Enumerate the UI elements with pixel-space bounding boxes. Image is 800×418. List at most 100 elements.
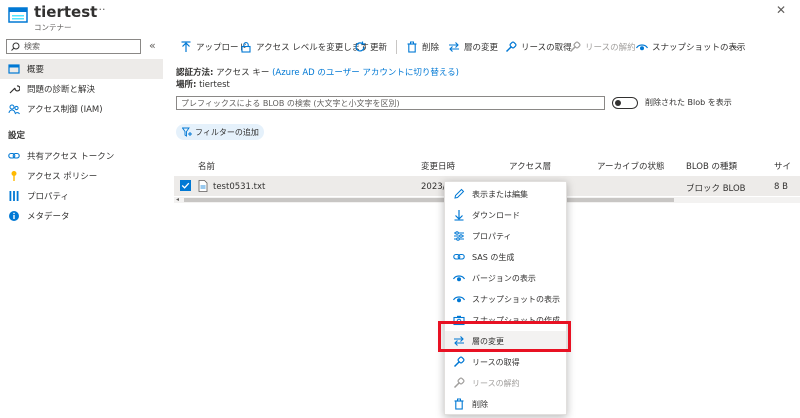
- auth-method-value: アクセス キー: [216, 68, 270, 78]
- toolbar-more-button[interactable]: ···: [732, 39, 743, 55]
- sidebar-collapse-button[interactable]: «: [149, 39, 156, 52]
- delete-button[interactable]: 削除: [406, 39, 439, 55]
- download-icon: [453, 209, 465, 221]
- sidebar-item-metadata[interactable]: メタデータ: [0, 206, 163, 226]
- change-tier-label: 層の変更: [464, 43, 499, 53]
- link-icon: [8, 150, 20, 162]
- column-header-access-tier[interactable]: アクセス層: [509, 160, 551, 172]
- sidebar-item-properties[interactable]: プロパティ: [0, 186, 163, 206]
- menu-item-generate-sas[interactable]: SAS の生成: [445, 247, 566, 267]
- location: 場所: tiertest: [176, 78, 230, 90]
- blob-search-input[interactable]: プレフィックスによる BLOB の検索 (大文字と小文字を区別): [176, 96, 605, 110]
- context-menu: 表示または編集 ダウンロード プロパティ SAS の生成 バージョンの表示 スナ…: [444, 181, 567, 415]
- column-header-blob-type[interactable]: BLOB の種類: [686, 160, 737, 172]
- location-label: 場所:: [176, 80, 197, 90]
- filter-add-icon: [181, 127, 192, 137]
- auth-method: 認証方法: アクセス キー (Azure AD のユーザー アカウントに切り替え…: [176, 66, 459, 78]
- show-deleted-label: 削除された Blob を表示: [645, 98, 732, 107]
- sidebar-item-label: 問題の診断と解決: [27, 85, 96, 95]
- properties-icon: [453, 230, 465, 242]
- menu-item-view-edit[interactable]: 表示または編集: [445, 184, 566, 204]
- column-header-modified[interactable]: 変更日時: [421, 160, 455, 172]
- lock-icon: [240, 41, 252, 53]
- lease-icon: [453, 356, 465, 368]
- menu-item-label: 表示または編集: [472, 189, 528, 199]
- sidebar-item-label: 共有アクセス トークン: [27, 152, 115, 162]
- break-lease-button[interactable]: リースの解約: [569, 39, 636, 55]
- menu-item-label: 削除: [472, 399, 488, 409]
- sidebar-item-overview[interactable]: 概要: [0, 59, 163, 79]
- menu-item-label: SAS の生成: [472, 252, 515, 262]
- sidebar-item-access-policy[interactable]: アクセス ポリシー: [0, 166, 163, 186]
- menu-item-label: バージョンの表示: [472, 273, 536, 283]
- bars-icon: [8, 190, 20, 202]
- trash-icon: [453, 398, 465, 410]
- menu-item-delete[interactable]: 削除: [445, 394, 566, 414]
- break-lease-icon: [453, 377, 465, 389]
- search-icon: [11, 42, 20, 51]
- column-header-name[interactable]: 名前: [198, 160, 215, 172]
- sidebar-item-iam[interactable]: アクセス制御 (IAM): [0, 99, 163, 119]
- container-icon: [8, 6, 28, 24]
- row-checkbox[interactable]: [180, 180, 191, 191]
- change-tier-button[interactable]: 層の変更: [448, 39, 498, 55]
- menu-item-show-versions[interactable]: バージョンの表示: [445, 268, 566, 288]
- menu-item-label: リースの取得: [472, 357, 520, 367]
- blob-search-placeholder: プレフィックスによる BLOB の検索 (大文字と小文字を区別): [181, 98, 400, 108]
- change-access-level-button[interactable]: アクセス レベルを変更します: [240, 39, 369, 55]
- eye-icon: [452, 293, 466, 305]
- menu-item-label: ダウンロード: [472, 210, 520, 220]
- show-deleted-toggle[interactable]: [612, 97, 638, 109]
- sidebar-search-placeholder: 検索: [24, 42, 40, 51]
- show-snapshots-button[interactable]: スナップショットの表示: [635, 39, 746, 55]
- sidebar-item-diagnose[interactable]: 問題の診断と解決: [0, 79, 163, 99]
- refresh-icon: [354, 41, 366, 53]
- wrench-icon: [8, 83, 21, 95]
- overview-icon: [8, 63, 20, 75]
- link-icon: [453, 251, 465, 263]
- menu-item-acquire-lease[interactable]: リースの取得: [445, 352, 566, 372]
- menu-item-label: プロパティ: [472, 231, 512, 241]
- info-icon: [8, 210, 20, 222]
- close-button[interactable]: ✕: [776, 3, 786, 17]
- toggle-knob: [615, 100, 621, 106]
- column-header-size[interactable]: サイ: [774, 160, 791, 172]
- menu-item-properties[interactable]: プロパティ: [445, 226, 566, 246]
- change-access-level-label: アクセス レベルを変更します: [256, 43, 369, 53]
- menu-item-download[interactable]: ダウンロード: [445, 205, 566, 225]
- sidebar-item-label: メタデータ: [27, 212, 70, 222]
- upload-button[interactable]: アップロード: [180, 39, 247, 55]
- sidebar-item-label: アクセス制御 (IAM): [27, 105, 103, 115]
- acquire-lease-button[interactable]: リースの取得: [505, 39, 572, 55]
- toolbar-more-label: ···: [732, 40, 743, 54]
- pencil-icon: [453, 188, 465, 200]
- row-name-link[interactable]: test0531.txt: [213, 182, 265, 192]
- scrollbar-thumb[interactable]: [184, 198, 674, 202]
- sidebar-search[interactable]: 検索: [6, 39, 141, 54]
- auth-method-label: 認証方法:: [176, 68, 214, 78]
- column-header-archive-state[interactable]: アーカイブの状態: [597, 160, 665, 172]
- menu-item-show-snapshots[interactable]: スナップショットの表示: [445, 289, 566, 309]
- sidebar-section-settings: 設定: [8, 131, 26, 141]
- page-title: tiertest: [34, 3, 98, 21]
- add-filter-label: フィルターの追加: [195, 127, 259, 137]
- sidebar-item-label: 概要: [27, 65, 45, 75]
- row-blob-type: ブロック BLOB: [686, 184, 746, 194]
- sidebar-item-sas[interactable]: 共有アクセス トークン: [0, 146, 163, 166]
- highlight-box: [438, 321, 571, 352]
- file-icon: [198, 180, 208, 192]
- page-subtitle: コンテナー: [34, 23, 72, 32]
- trash-icon: [406, 41, 418, 53]
- menu-item-label: スナップショットの表示: [472, 294, 560, 304]
- people-icon: [8, 103, 20, 115]
- header-more-button[interactable]: ···: [95, 3, 106, 16]
- refresh-label: 更新: [370, 43, 388, 53]
- switch-auth-link[interactable]: (Azure AD のユーザー アカウントに切り替える): [272, 68, 459, 78]
- scrollbar-left-arrow[interactable]: ◂: [176, 197, 179, 203]
- menu-item-break-lease[interactable]: リースの解約: [445, 373, 566, 393]
- refresh-button[interactable]: 更新: [354, 39, 387, 55]
- row-size: 8 B: [774, 182, 788, 192]
- toolbar-divider: [396, 40, 397, 54]
- break-lease-label: リースの解約: [585, 43, 636, 53]
- add-filter-button[interactable]: フィルターの追加: [176, 124, 264, 140]
